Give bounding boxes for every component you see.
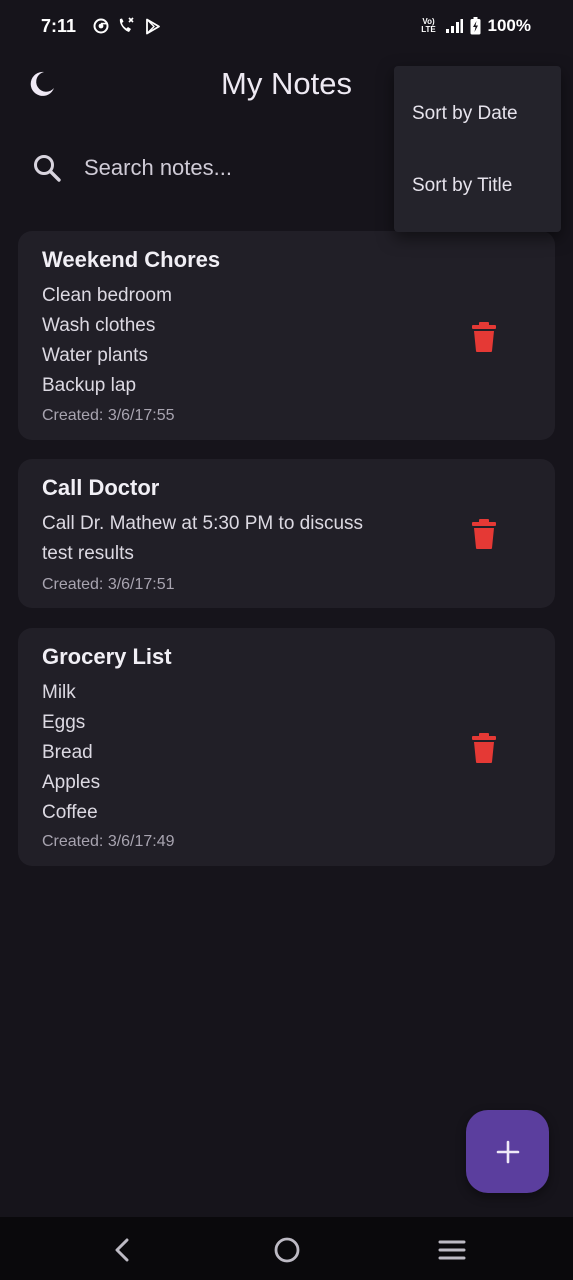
play-store-icon: [146, 18, 160, 34]
note-line: test results: [42, 543, 134, 564]
note-title: Call Doctor: [42, 475, 160, 500]
add-note-button[interactable]: [466, 1110, 549, 1193]
trash-icon: [472, 733, 496, 763]
battery-percent: 100%: [487, 16, 531, 35]
note-card[interactable]: Weekend Chores Clean bedroom Wash clothe…: [18, 231, 555, 440]
note-line: Backup lap: [42, 375, 137, 396]
sort-by-title-item[interactable]: Sort by Title: [394, 150, 561, 222]
note-body: Milk Eggs Bread Apples Coffee: [42, 678, 422, 828]
note-line: Wash clothes: [42, 315, 156, 336]
delete-button[interactable]: [470, 732, 498, 764]
sort-by-date-item[interactable]: Sort by Date: [394, 78, 561, 150]
search-bar: [32, 148, 412, 188]
note-line: Bread: [42, 742, 93, 763]
search-input[interactable]: [84, 155, 384, 181]
trash-icon: [472, 322, 496, 352]
note-line: Clean bedroom: [42, 285, 172, 306]
recents-icon: [438, 1240, 466, 1260]
back-icon: [115, 1238, 129, 1262]
trash-icon: [472, 519, 496, 549]
delete-button[interactable]: [470, 321, 498, 353]
note-body: Clean bedroom Wash clothes Water plants …: [42, 281, 422, 401]
note-title: Grocery List: [42, 644, 172, 669]
delete-button[interactable]: [470, 518, 498, 550]
note-line: Water plants: [42, 345, 148, 366]
battery-icon: [470, 17, 481, 35]
wifi-calling-icon: [119, 17, 134, 32]
recents-button[interactable]: [437, 1235, 467, 1265]
note-line: Coffee: [42, 802, 98, 823]
chrome-icon: [93, 18, 109, 34]
signal-icon: [445, 19, 463, 33]
sort-menu: Sort by Date Sort by Title: [394, 66, 561, 232]
search-icon: [34, 155, 61, 182]
note-card[interactable]: Grocery List Milk Eggs Bread Apples Coff…: [18, 628, 555, 866]
back-button[interactable]: [108, 1235, 138, 1265]
note-body: Call Dr. Mathew at 5:30 PM to discuss te…: [42, 509, 422, 569]
note-line: Milk: [42, 682, 76, 703]
navigation-bar: [0, 1217, 573, 1280]
status-bar: 7:11 Vo) LTE 100%: [0, 0, 573, 56]
note-created-date: Created: 3/6/17:55: [42, 407, 175, 424]
home-button[interactable]: [272, 1235, 302, 1265]
volte-icon: Vo) LTE: [421, 17, 436, 34]
note-created-date: Created: 3/6/17:49: [42, 833, 175, 850]
status-time: 7:11: [41, 16, 77, 36]
home-icon: [274, 1237, 300, 1263]
plus-icon: [496, 1140, 519, 1163]
note-created-date: Created: 3/6/17:51: [42, 576, 175, 593]
note-title: Weekend Chores: [42, 247, 221, 272]
note-card[interactable]: Call Doctor Call Dr. Mathew at 5:30 PM t…: [18, 459, 555, 608]
note-line: Eggs: [42, 712, 86, 733]
note-line: Call Dr. Mathew at 5:30 PM to discuss: [42, 513, 364, 534]
note-line: Apples: [42, 772, 101, 793]
